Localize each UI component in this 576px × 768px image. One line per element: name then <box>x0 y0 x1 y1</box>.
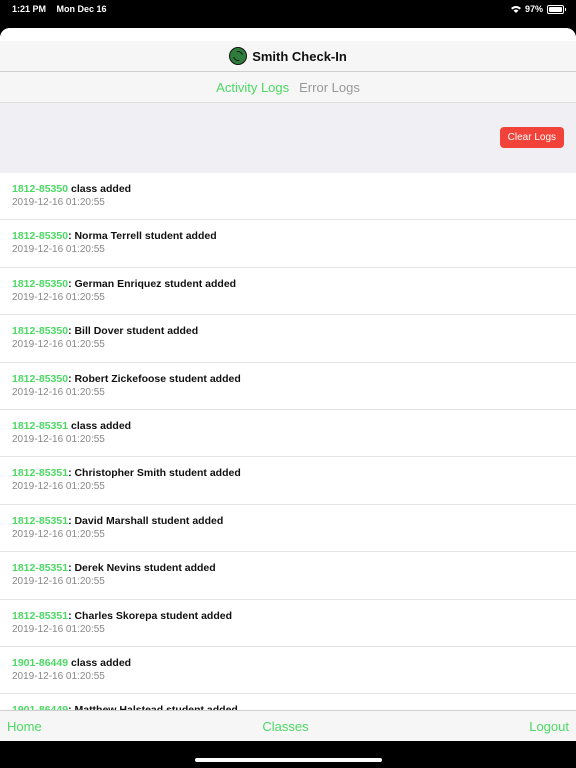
tab-bar: Activity Logs Error Logs <box>0 72 576 103</box>
log-message: 1812-85350: Robert Zickefoose student ad… <box>12 373 564 385</box>
class-code: 1812-85350 <box>12 325 69 338</box>
log-message: 1812-85350: Bill Dover student added <box>12 325 564 337</box>
log-text: class added <box>68 183 132 195</box>
title-bar: Smith Check-In <box>0 41 576 72</box>
list-item[interactable]: 1812-85351: David Marshall student added… <box>0 505 576 553</box>
class-code: 1901-86449 <box>12 656 69 669</box>
list-item[interactable]: 1812-85350: Bill Dover student added 2019… <box>0 315 576 363</box>
log-message: 1812-85350 class added <box>12 183 564 195</box>
smith-logo-icon <box>229 47 248 65</box>
page-title: Smith Check-In <box>252 48 347 64</box>
log-text: : Robert Zickefoose student added <box>68 372 241 385</box>
log-message: 1812-85351: David Marshall student added <box>12 515 564 527</box>
log-timestamp: 2019-12-16 01:20:55 <box>12 576 105 588</box>
class-code: 1812-85350 <box>12 372 69 385</box>
nav-home[interactable]: Home <box>7 719 42 734</box>
log-timestamp: 2019-12-16 01:20:55 <box>12 481 105 493</box>
class-code: 1812-85351 <box>12 514 69 527</box>
log-timestamp: 2019-12-16 01:20:55 <box>12 528 105 540</box>
log-text: : Derek Nevins student added <box>68 562 216 575</box>
class-code: 1812-85351 <box>12 562 69 575</box>
log-text: class added <box>68 419 132 432</box>
clear-logs-button[interactable]: Clear Logs <box>499 127 564 148</box>
log-text: : Charles Skorepa student added <box>68 609 233 622</box>
battery-icon <box>547 4 566 14</box>
log-text: : David Marshall student added <box>68 514 224 527</box>
list-item[interactable]: 1812-85351: Derek Nevins student added 20… <box>0 552 576 600</box>
bottom-nav: Home Classes Logout <box>0 710 576 741</box>
log-text: : Christopher Smith student added <box>68 467 241 480</box>
class-code: 1812-85350 <box>12 230 69 243</box>
list-item[interactable]: 1812-85350: Robert Zickefoose student ad… <box>0 363 576 410</box>
log-text: : Bill Dover student added <box>68 325 199 338</box>
log-message: 1812-85350: German Enriquez student adde… <box>12 278 564 290</box>
log-timestamp: 2019-12-16 01:20:55 <box>12 197 105 208</box>
class-code: 1812-85351 <box>12 467 69 480</box>
log-timestamp: 2019-12-16 01:20:55 <box>12 433 105 445</box>
class-code: 1812-85350 <box>12 183 69 195</box>
list-item[interactable]: 1812-85351: Christopher Smith student ad… <box>0 457 576 505</box>
log-text: : Norma Terrell student added <box>68 230 217 243</box>
list-item[interactable]: 1901-86449: Matthew Halstead student add… <box>0 694 576 711</box>
log-timestamp: 2019-12-16 01:20:55 <box>12 670 105 682</box>
list-item[interactable]: 1901-86449 class added 2019-12-16 01:20:5… <box>0 647 576 695</box>
log-timestamp: 2019-12-16 01:20:55 <box>12 386 105 398</box>
log-timestamp: 2019-12-16 01:20:55 <box>12 291 105 303</box>
tab-error-logs[interactable]: Error Logs <box>299 80 360 95</box>
nav-logout[interactable]: Logout <box>529 719 569 734</box>
log-message: 1812-85351: Derek Nevins student added <box>12 562 564 574</box>
list-item[interactable]: 1812-85350: Norma Terrell student added 2… <box>0 220 576 268</box>
log-timestamp: 2019-12-16 01:20:55 <box>12 623 105 635</box>
log-timestamp: 2019-12-16 01:20:55 <box>12 339 105 351</box>
list-item[interactable]: 1812-85351: Charles Skorepa student adde… <box>0 600 576 647</box>
log-timestamp: 2019-12-16 01:20:55 <box>12 244 105 256</box>
app-window: Smith Check-In Activity Logs Error Logs … <box>0 28 576 741</box>
status-date: Mon Dec 16 <box>56 4 107 14</box>
nav-classes[interactable]: Classes <box>262 719 308 734</box>
log-list[interactable]: 1812-85350 class added 2019-12-16 01:20:5… <box>0 173 576 711</box>
log-message: 1812-85351: Christopher Smith student ad… <box>12 467 564 479</box>
wifi-icon <box>510 6 521 13</box>
battery-fill <box>549 6 562 12</box>
list-item[interactable]: 1812-85350 class added 2019-12-16 01:20:5… <box>0 173 576 221</box>
status-time: 1:21 PM <box>12 4 47 14</box>
list-item[interactable]: 1812-85351 class added 2019-12-16 01:20:5… <box>0 410 576 458</box>
log-text: : German Enriquez student added <box>68 277 237 290</box>
log-message: 1812-85351: Charles Skorepa student adde… <box>12 610 564 622</box>
log-message: 1812-85350: Norma Terrell student added <box>12 230 564 242</box>
home-indicator[interactable] <box>195 758 382 762</box>
log-message: 1812-85351 class added <box>12 420 564 432</box>
list-item[interactable]: 1812-85350: German Enriquez student adde… <box>0 268 576 316</box>
class-code: 1812-85351 <box>12 609 69 622</box>
status-bar: 1:21 PM Mon Dec 16 97% <box>0 0 576 28</box>
log-text: class added <box>68 656 132 669</box>
battery-percent: 97% <box>524 4 543 14</box>
log-message: 1901-86449 class added <box>12 657 564 669</box>
toolbar: Clear Logs <box>0 103 576 173</box>
class-code: 1812-85350 <box>12 277 69 290</box>
tab-activity-logs[interactable]: Activity Logs <box>216 80 289 95</box>
class-code: 1812-85351 <box>12 419 69 432</box>
